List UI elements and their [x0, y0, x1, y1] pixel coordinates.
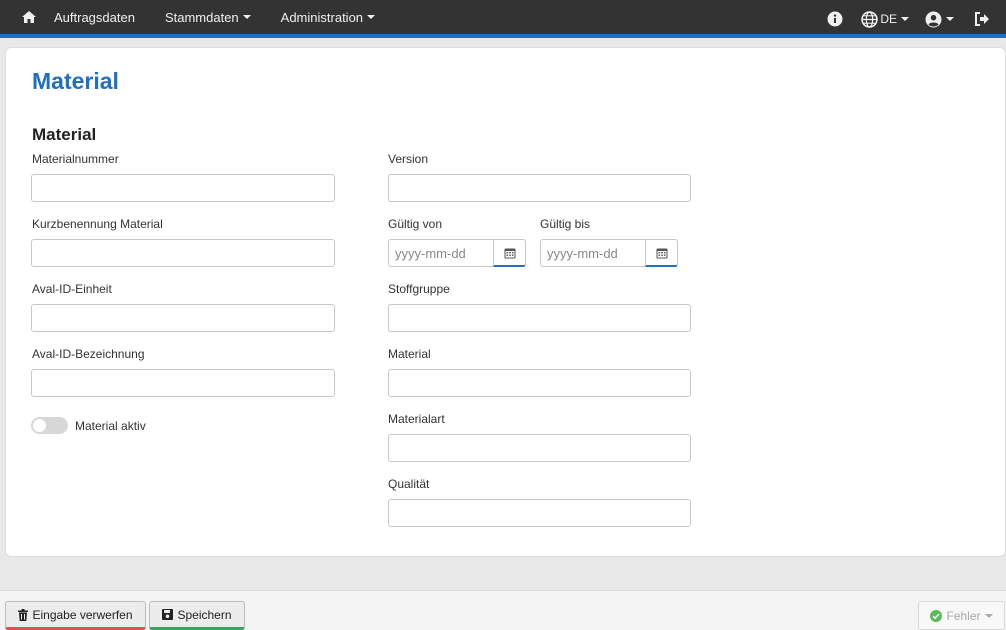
chevron-down-icon	[367, 15, 376, 19]
globe-icon	[861, 10, 879, 28]
material-aktiv-toggle[interactable]	[31, 417, 68, 434]
qualitaet-input[interactable]	[388, 499, 691, 527]
materialart-label: Materialart	[388, 412, 445, 426]
gueltig-bis-input[interactable]: yyyy-mm-dd	[540, 239, 645, 267]
language-dropdown[interactable]: DE	[861, 10, 909, 28]
home-icon[interactable]	[20, 9, 38, 25]
material-form-card: Material Material Materialnummer Kurzben…	[6, 48, 1005, 556]
language-label: DE	[880, 12, 897, 26]
chevron-down-icon	[984, 613, 993, 618]
top-navbar: Auftragsdaten Stammdaten Administration …	[0, 0, 1006, 38]
chevron-down-icon	[946, 17, 954, 21]
gueltig-von-datepicker: yyyy-mm-dd	[388, 239, 526, 268]
calendar-icon[interactable]	[493, 239, 526, 267]
nav-stammdaten-label: Stammdaten	[164, 9, 239, 25]
section-title: Material	[32, 125, 97, 144]
calendar-icon[interactable]	[645, 239, 678, 267]
materialnummer-label: Materialnummer	[32, 152, 119, 166]
aval-einheit-label: Aval-ID-Einheit	[32, 282, 112, 296]
save-button[interactable]: Speichern	[149, 601, 245, 630]
error-label: Fehler	[946, 608, 981, 623]
page-title: Material	[32, 68, 119, 94]
info-icon[interactable]	[827, 11, 843, 27]
aval-bezeichnung-input[interactable]	[31, 369, 335, 397]
nav-stammdaten[interactable]: Stammdaten	[165, 10, 251, 25]
stoffgruppe-label: Stoffgruppe	[388, 282, 450, 296]
version-input[interactable]	[388, 174, 691, 202]
material-aktiv-label: Material aktiv	[75, 419, 146, 433]
trash-icon	[18, 608, 32, 621]
logout-icon[interactable]	[974, 12, 990, 26]
nav-auftragsdaten[interactable]: Auftragsdaten	[54, 10, 135, 25]
material-label: Material	[388, 347, 431, 361]
user-icon	[925, 11, 942, 28]
save-label: Speichern	[177, 607, 232, 622]
gueltig-von-input[interactable]: yyyy-mm-dd	[388, 239, 493, 267]
nav-right-group: DE	[827, 0, 1006, 38]
nav-administration-label: Administration	[280, 9, 364, 25]
materialnummer-input[interactable]	[31, 174, 335, 202]
qualitaet-label: Qualität	[388, 477, 430, 491]
error-dropdown-button[interactable]: Fehler	[918, 601, 1005, 630]
discard-button[interactable]: Eingabe verwerfen	[5, 601, 146, 630]
save-icon	[162, 609, 177, 620]
aval-einheit-input[interactable]	[31, 304, 335, 332]
toggle-knob	[33, 419, 46, 432]
user-dropdown[interactable]	[925, 11, 954, 28]
materialart-input[interactable]	[388, 434, 691, 462]
gueltig-von-label: Gültig von	[388, 217, 443, 231]
stoffgruppe-input[interactable]	[388, 304, 691, 332]
gueltig-bis-datepicker: yyyy-mm-dd	[540, 239, 678, 268]
nav-administration[interactable]: Administration	[280, 9, 376, 25]
chevron-down-icon	[242, 15, 251, 19]
aval-bezeichnung-label: Aval-ID-Bezeichnung	[32, 347, 145, 361]
bottom-action-bar: Eingabe verwerfen Speichern Fehler	[0, 590, 1006, 630]
version-label: Version	[388, 152, 429, 166]
gueltig-bis-label: Gültig bis	[540, 217, 591, 231]
check-circle-icon	[930, 609, 946, 622]
chevron-down-icon	[901, 17, 909, 21]
kurzbenennung-input[interactable]	[31, 239, 335, 267]
kurzbenennung-label: Kurzbenennung Material	[32, 217, 163, 231]
material-input[interactable]	[388, 369, 691, 397]
discard-label: Eingabe verwerfen	[32, 607, 133, 622]
